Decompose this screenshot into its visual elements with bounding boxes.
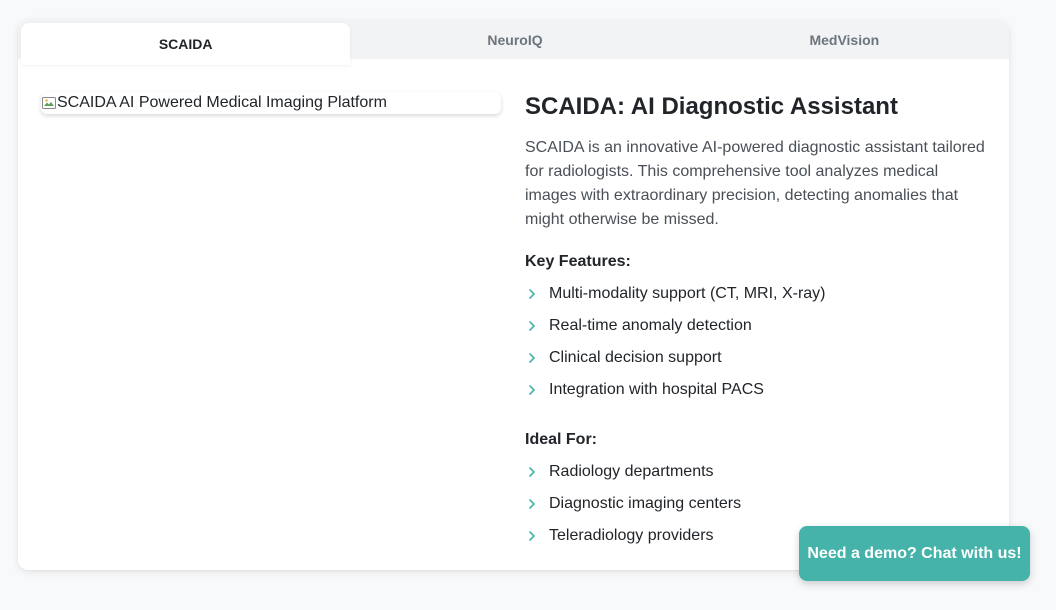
product-title: SCAIDA: AI Diagnostic Assistant — [525, 93, 898, 120]
broken-image-icon — [41, 95, 57, 111]
list-item: Real-time anomaly detection — [525, 310, 985, 342]
product-description: SCAIDA is an innovative AI-powered diagn… — [525, 139, 985, 228]
list-item: Diagnostic imaging centers — [525, 488, 985, 520]
chevron-right-icon — [525, 497, 549, 511]
list-item: Radiology departments — [525, 456, 985, 488]
list-item: Integration with hospital PACS — [525, 374, 985, 406]
list-item-label: Diagnostic imaging centers — [549, 495, 742, 512]
chevron-right-icon — [525, 529, 549, 543]
chat-demo-button[interactable]: Need a demo? Chat with us! — [799, 526, 1030, 581]
list-item-label: Real-time anomaly detection — [549, 317, 752, 334]
chevron-right-icon — [525, 383, 549, 397]
tab-scaida[interactable]: SCAIDA — [21, 23, 351, 65]
key-features-list: Multi-modality support (CT, MRI, X-ray) … — [525, 278, 985, 406]
tab-medvision[interactable]: MedVision — [680, 20, 1009, 59]
list-item: Multi-modality support (CT, MRI, X-ray) — [525, 278, 985, 310]
key-features-heading: Key Features: — [525, 253, 631, 270]
chevron-right-icon — [525, 287, 549, 301]
chevron-right-icon — [525, 351, 549, 365]
product-image: SCAIDA AI Powered Medical Imaging Platfo… — [41, 92, 501, 114]
list-item-label: Integration with hospital PACS — [549, 381, 764, 398]
product-tabs: SCAIDA NeuroIQ MedVision — [18, 20, 1009, 65]
list-item-label: Clinical decision support — [549, 349, 722, 366]
product-card: SCAIDA NeuroIQ MedVision SCAIDA AI Power… — [18, 20, 1009, 570]
list-item-label: Multi-modality support (CT, MRI, X-ray) — [549, 285, 826, 302]
image-alt-text: SCAIDA AI Powered Medical Imaging Platfo… — [57, 94, 387, 111]
product-details: SCAIDA: AI Diagnostic Assistant SCAIDA i… — [525, 92, 985, 552]
ideal-for-heading: Ideal For: — [525, 431, 598, 448]
list-item-label: Teleradiology providers — [549, 527, 714, 544]
chevron-right-icon — [525, 465, 549, 479]
list-item-label: Radiology departments — [549, 463, 714, 480]
list-item: Clinical decision support — [525, 342, 985, 374]
tab-neuroiq[interactable]: NeuroIQ — [350, 20, 679, 59]
chevron-right-icon — [525, 319, 549, 333]
